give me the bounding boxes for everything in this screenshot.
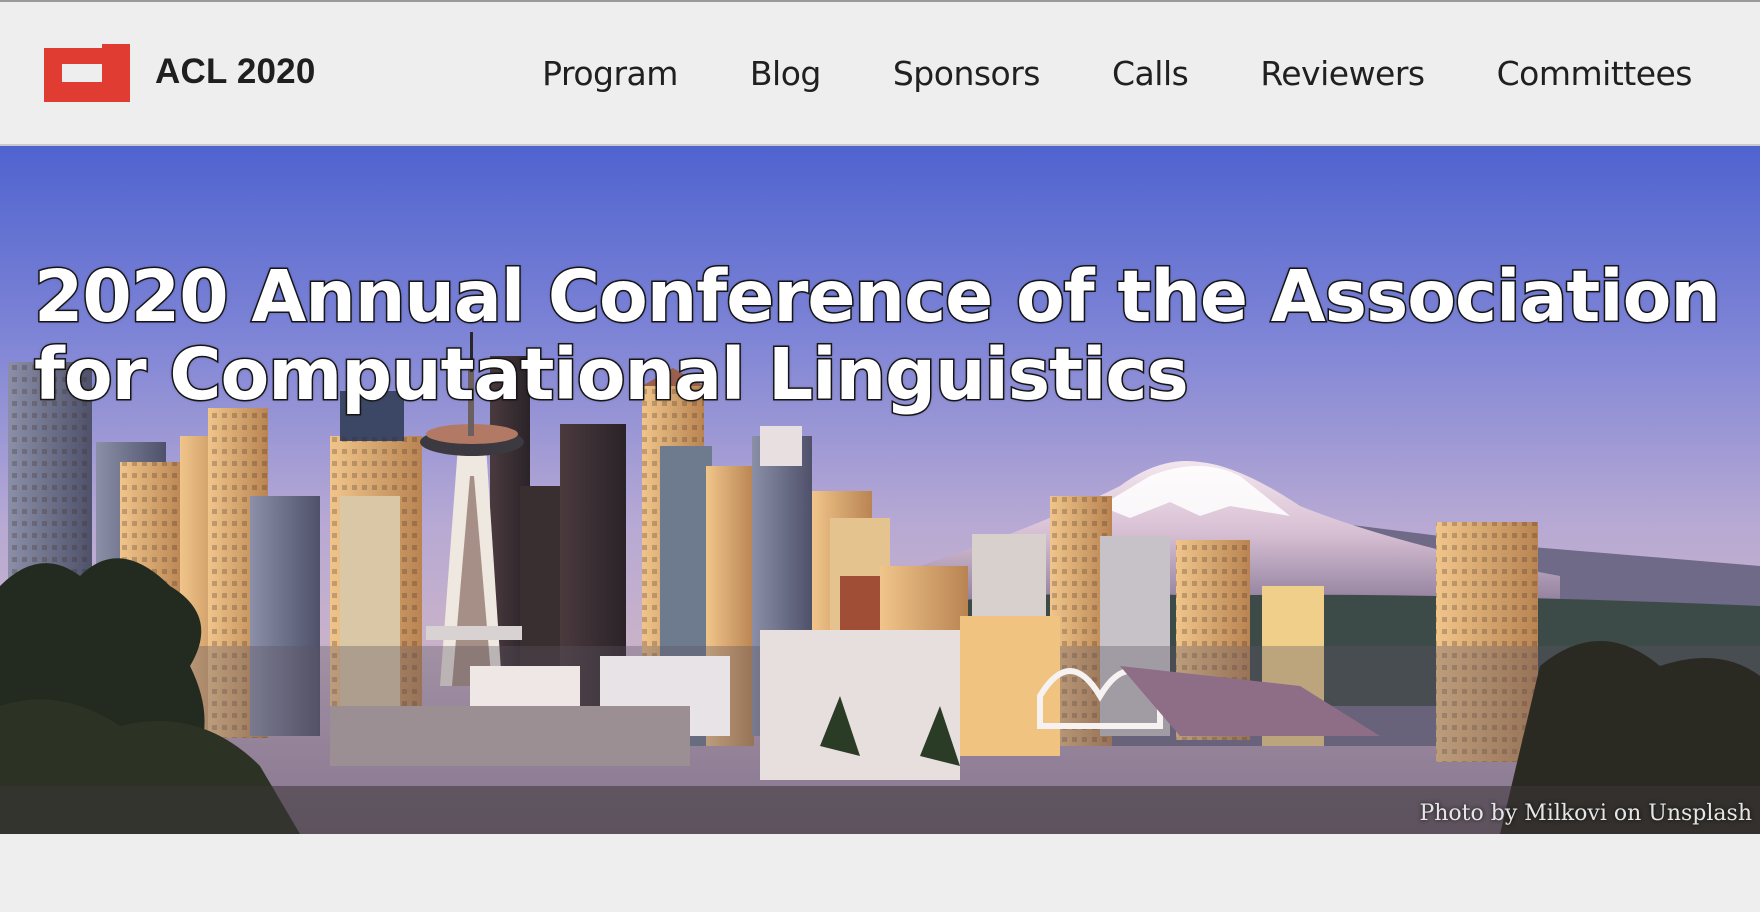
hero-banner: 2020 Annual Conference of the Associatio…	[0, 146, 1760, 834]
nav-item-calls[interactable]: Calls	[1112, 54, 1189, 93]
seattle-skyline-image	[0, 146, 1760, 834]
page-background-strip	[0, 834, 1760, 912]
nav-item-reviewers[interactable]: Reviewers	[1260, 54, 1425, 93]
top-navbar: ACL 2020 Program Blog Sponsors Calls Rev…	[0, 0, 1760, 146]
hero-title: 2020 Annual Conference of the Associatio…	[33, 255, 1723, 416]
nav-item-committees[interactable]: Committees	[1497, 54, 1693, 93]
acl-logo-icon[interactable]	[44, 44, 130, 102]
nav-item-blog[interactable]: Blog	[750, 54, 821, 93]
page: ACL 2020 Program Blog Sponsors Calls Rev…	[0, 0, 1760, 912]
nav-item-program[interactable]: Program	[542, 54, 678, 93]
photo-credit: Photo by Milkovi on Unsplash	[1419, 801, 1752, 826]
brand-link[interactable]: ACL 2020	[155, 52, 315, 92]
main-nav: Program Blog Sponsors Calls Reviewers Co…	[542, 54, 1692, 93]
nav-item-sponsors[interactable]: Sponsors	[893, 54, 1041, 93]
